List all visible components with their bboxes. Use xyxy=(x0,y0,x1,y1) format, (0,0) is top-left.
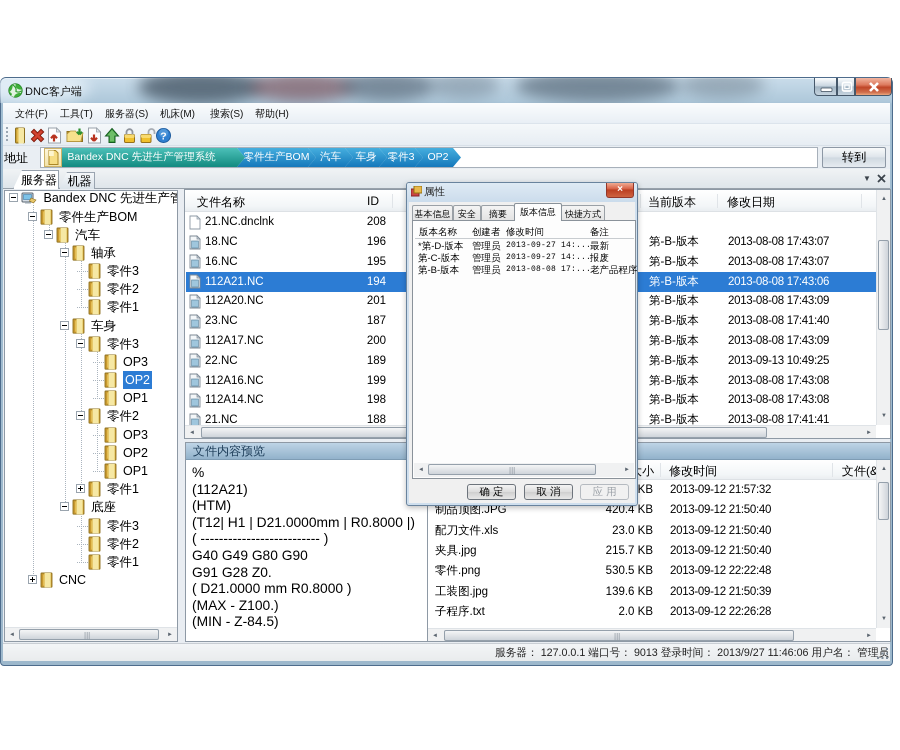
svg-text:?: ? xyxy=(160,131,166,143)
